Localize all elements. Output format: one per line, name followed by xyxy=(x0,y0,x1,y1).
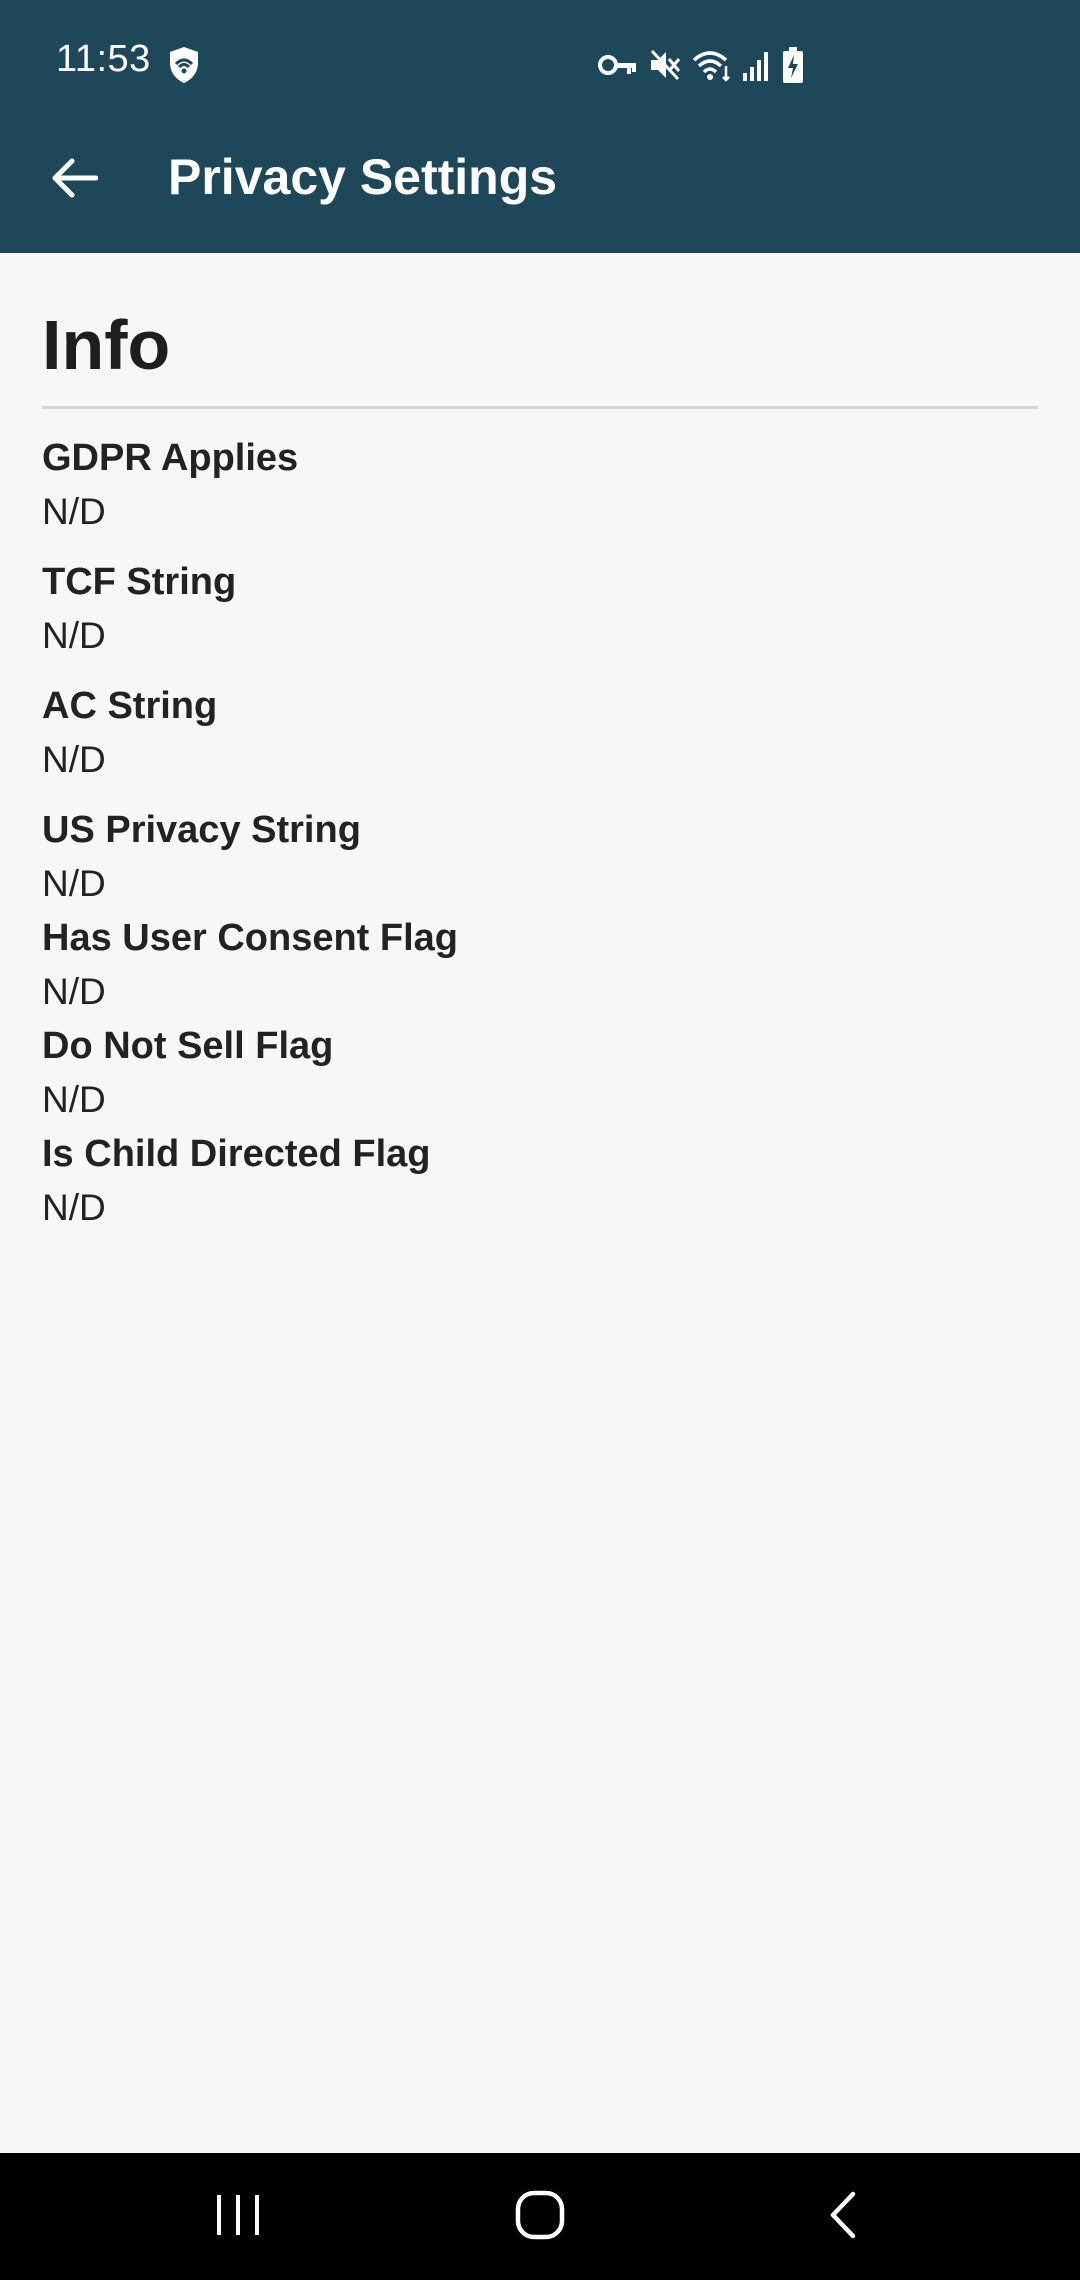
status-icons xyxy=(598,42,804,88)
row-label: Has User Consent Flag xyxy=(42,917,458,959)
row-value: N/D xyxy=(42,491,106,532)
battery-charging-icon xyxy=(782,47,804,83)
arrow-left-icon xyxy=(52,158,99,203)
info-row-gdpr-applies: GDPR Applies N/D xyxy=(42,435,298,535)
mute-icon xyxy=(648,48,682,82)
back-button[interactable] xyxy=(30,140,120,220)
row-value: N/D xyxy=(42,615,106,656)
row-value: N/D xyxy=(42,971,106,1012)
row-label: AC String xyxy=(42,685,218,727)
row-label: Do Not Sell Flag xyxy=(42,1025,334,1067)
system-back-button[interactable] xyxy=(782,2173,902,2261)
info-row-tcf-string: TCF String N/D xyxy=(42,559,236,659)
row-label: US Privacy String xyxy=(42,809,361,851)
home-icon xyxy=(514,2189,566,2246)
recent-apps-icon xyxy=(213,2193,263,2242)
status-time: 11:53 xyxy=(56,38,151,80)
row-label: Is Child Directed Flag xyxy=(42,1133,431,1175)
info-row-is-child-directed-flag: Is Child Directed Flag N/D xyxy=(42,1131,431,1231)
shield-icon xyxy=(168,46,200,84)
row-value: N/D xyxy=(42,739,106,780)
info-row-ac-string: AC String N/D xyxy=(42,683,217,783)
section-divider xyxy=(42,406,1038,409)
app-header: 11:53 Privacy Settings xyxy=(0,0,1080,253)
row-value: N/D xyxy=(42,1187,106,1228)
back-icon xyxy=(825,2190,859,2245)
row-value: N/D xyxy=(42,1079,106,1120)
row-value: N/D xyxy=(42,863,106,904)
signal-icon xyxy=(742,49,772,81)
home-button[interactable] xyxy=(480,2173,600,2261)
wifi-icon xyxy=(692,48,732,82)
info-row-has-user-consent-flag: Has User Consent Flag N/D xyxy=(42,915,458,1015)
page-title: Privacy Settings xyxy=(168,149,558,205)
system-nav-bar xyxy=(0,2153,1080,2280)
row-label: TCF String xyxy=(42,561,237,603)
recent-apps-button[interactable] xyxy=(178,2173,298,2261)
vpn-key-icon xyxy=(598,50,638,80)
row-label: GDPR Applies xyxy=(42,437,299,479)
privacy-settings-screen: 11:53 Privacy Settings Info GDPR Applies… xyxy=(0,0,1080,2280)
info-row-us-privacy-string: US Privacy String N/D xyxy=(42,807,361,907)
info-row-do-not-sell-flag: Do Not Sell Flag N/D xyxy=(42,1023,333,1123)
section-title: Info xyxy=(42,306,171,384)
